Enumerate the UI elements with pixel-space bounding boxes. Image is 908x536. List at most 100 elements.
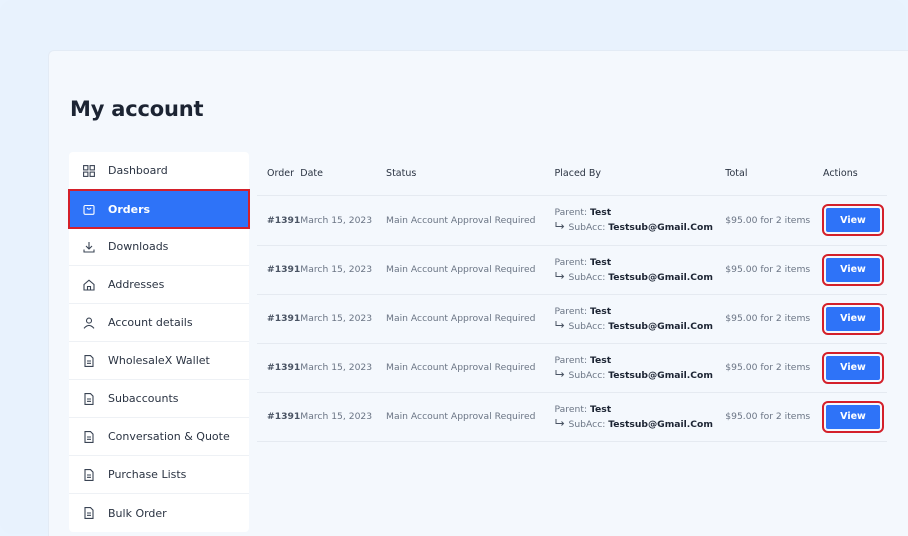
order-date: March 15, 2023 bbox=[300, 343, 387, 393]
sidebar-item-label: Conversation & Quote bbox=[108, 430, 230, 443]
order-status: Main Account Approval Required bbox=[386, 245, 555, 295]
subacc-email: Testsub@Gmail.Com bbox=[608, 222, 713, 233]
placed-by: Parent: Test SubAcc: Testsub@Gmail.Com bbox=[554, 392, 726, 442]
parent-label: Parent: bbox=[554, 305, 588, 317]
sidebar-item-bulk-order[interactable]: Bulk Order bbox=[69, 494, 249, 532]
placed-by: Parent: Test SubAcc: Testsub@Gmail.Com bbox=[554, 195, 726, 246]
sidebar-item-purchase-lists[interactable]: Purchase Lists bbox=[69, 456, 249, 494]
return-arrow-icon bbox=[555, 220, 565, 235]
parent-name: Test bbox=[589, 305, 612, 317]
sidebar-item-addresses[interactable]: Addresses bbox=[69, 266, 249, 304]
order-actions: View bbox=[822, 343, 887, 393]
table-header-row: Order Date Status Placed By Total Action… bbox=[257, 152, 887, 196]
orders-table: Order Date Status Placed By Total Action… bbox=[257, 152, 887, 442]
parent-label: Parent: bbox=[554, 256, 588, 268]
table-row: #1391 March 15, 2023 Main Account Approv… bbox=[257, 245, 887, 295]
order-date: March 15, 2023 bbox=[300, 392, 387, 442]
subacc-label: SubAcc: bbox=[568, 320, 606, 332]
sidebar-item-label: Downloads bbox=[108, 240, 169, 253]
table-row: #1391 March 15, 2023 Main Account Approv… bbox=[257, 343, 887, 393]
bag-icon bbox=[82, 202, 96, 216]
account-sidebar: Dashboard Orders Downloads Addresses Acc… bbox=[68, 152, 250, 532]
grid-icon bbox=[82, 164, 96, 178]
document-icon bbox=[82, 354, 96, 368]
order-actions: View bbox=[822, 245, 887, 295]
sidebar-item-orders[interactable]: Orders bbox=[68, 189, 250, 229]
placed-by: Parent: Test SubAcc: Testsub@Gmail.Com bbox=[554, 343, 726, 393]
subacc-email: Testsub@Gmail.Com bbox=[608, 418, 713, 430]
order-total: $95.00 for 2 items bbox=[725, 392, 823, 442]
order-date: March 15, 2023 bbox=[300, 245, 387, 295]
document-icon bbox=[82, 468, 96, 482]
subacc-label: SubAcc: bbox=[568, 369, 606, 381]
subacc-email: Testsub@Gmail.Com bbox=[608, 320, 713, 332]
order-actions: View bbox=[822, 392, 887, 442]
parent-name: Test bbox=[589, 354, 612, 366]
order-status: Main Account Approval Required bbox=[386, 195, 555, 246]
order-number[interactable]: #1391 bbox=[257, 294, 301, 344]
sidebar-item-label: Subaccounts bbox=[108, 392, 179, 405]
order-number[interactable]: #1391 bbox=[257, 343, 301, 393]
view-order-button[interactable]: View bbox=[822, 400, 884, 433]
sidebar-item-wholesalex-wallet[interactable]: WholesaleX Wallet bbox=[69, 342, 249, 380]
table-row: #1391 March 15, 2023 Main Account Approv… bbox=[257, 195, 887, 246]
order-total: $95.00 for 2 items bbox=[725, 294, 823, 344]
order-date: March 15, 2023 bbox=[300, 294, 387, 344]
view-order-button[interactable]: View bbox=[822, 204, 884, 236]
placed-by: Parent: Test SubAcc: Testsub@Gmail.Com bbox=[554, 294, 726, 344]
document-icon bbox=[82, 506, 96, 520]
sidebar-item-label: WholesaleX Wallet bbox=[108, 354, 210, 367]
document-icon bbox=[82, 392, 96, 406]
parent-name: Test bbox=[589, 403, 612, 415]
parent-label: Parent: bbox=[554, 207, 588, 218]
sidebar-item-label: Dashboard bbox=[108, 164, 168, 177]
order-actions: View bbox=[822, 294, 887, 344]
account-card: My account Dashboard Orders Downloads Ad… bbox=[48, 50, 908, 536]
header-status: Status bbox=[386, 152, 555, 196]
order-actions: View bbox=[822, 195, 887, 246]
sidebar-item-subaccounts[interactable]: Subaccounts bbox=[69, 380, 249, 418]
sidebar-item-label: Account details bbox=[108, 316, 193, 329]
user-icon bbox=[82, 316, 96, 330]
sidebar-item-account-details[interactable]: Account details bbox=[69, 304, 249, 342]
order-total: $95.00 for 2 items bbox=[725, 245, 823, 295]
sidebar-item-downloads[interactable]: Downloads bbox=[69, 228, 249, 266]
return-arrow-icon bbox=[555, 270, 565, 285]
parent-name: Test bbox=[589, 256, 612, 268]
header-order: Order bbox=[257, 152, 301, 196]
sidebar-item-label: Orders bbox=[108, 202, 151, 216]
subacc-label: SubAcc: bbox=[568, 271, 606, 283]
sidebar-item-label: Addresses bbox=[108, 278, 165, 291]
return-arrow-icon bbox=[555, 319, 565, 334]
subacc-label: SubAcc: bbox=[568, 418, 606, 430]
order-number[interactable]: #1391 bbox=[257, 392, 301, 442]
order-date: March 15, 2023 bbox=[300, 195, 387, 246]
order-number[interactable]: #1391 bbox=[257, 245, 301, 295]
sidebar-item-dashboard[interactable]: Dashboard bbox=[69, 152, 249, 190]
sidebar-item-label: Bulk Order bbox=[108, 506, 167, 520]
subacc-email: Testsub@Gmail.Com bbox=[608, 271, 713, 283]
sidebar-item-label: Purchase Lists bbox=[108, 468, 187, 481]
view-order-button[interactable]: View bbox=[822, 302, 884, 335]
parent-name: Test bbox=[589, 207, 612, 218]
order-total: $95.00 for 2 items bbox=[725, 343, 823, 393]
order-status: Main Account Approval Required bbox=[386, 392, 555, 442]
subacc-email: Testsub@Gmail.Com bbox=[608, 369, 713, 381]
subacc-label: SubAcc: bbox=[568, 222, 606, 233]
header-actions: Actions bbox=[823, 152, 887, 196]
table-row: #1391 March 15, 2023 Main Account Approv… bbox=[257, 294, 887, 344]
return-arrow-icon bbox=[555, 417, 565, 432]
order-total: $95.00 for 2 items bbox=[725, 195, 823, 246]
download-icon bbox=[82, 240, 96, 254]
document-icon bbox=[82, 430, 96, 444]
placed-by: Parent: Test SubAcc: Testsub@Gmail.Com bbox=[554, 245, 726, 295]
view-order-button[interactable]: View bbox=[822, 253, 884, 286]
parent-label: Parent: bbox=[554, 354, 588, 366]
header-date: Date bbox=[300, 152, 387, 196]
view-order-button[interactable]: View bbox=[822, 351, 884, 384]
sidebar-item-conversation-quote[interactable]: Conversation & Quote bbox=[69, 418, 249, 456]
order-number[interactable]: #1391 bbox=[257, 195, 301, 246]
header-total: Total bbox=[725, 152, 823, 196]
order-status: Main Account Approval Required bbox=[386, 294, 555, 344]
home-icon bbox=[82, 278, 96, 292]
